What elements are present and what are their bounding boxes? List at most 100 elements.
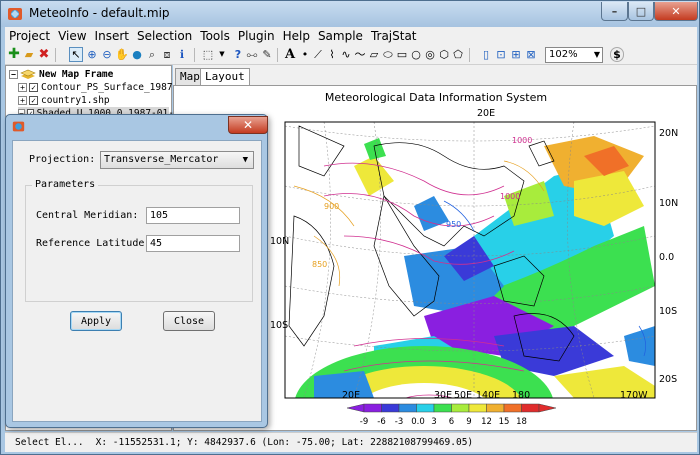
currency-icon[interactable]: $ xyxy=(610,47,624,62)
fit-width-icon[interactable]: ⊞ xyxy=(509,47,523,62)
contour-label: 900 xyxy=(324,202,340,211)
menu-plugin[interactable]: Plugin xyxy=(234,29,279,43)
menu-view[interactable]: View xyxy=(54,29,90,43)
menu-trajstat[interactable]: TrajStat xyxy=(367,29,421,43)
freehand-tool-icon[interactable]: 〜 xyxy=(353,47,367,62)
lon-label-bottom: 20E xyxy=(342,390,361,401)
colorbar xyxy=(346,403,557,413)
close-window-button[interactable]: ✕ xyxy=(654,2,698,21)
parameters-group-label: Parameters xyxy=(32,179,99,190)
expand-icon[interactable]: + xyxy=(18,96,27,105)
point-tool-icon[interactable]: • xyxy=(298,47,312,62)
tree-layer-row[interactable]: + ✓ country1.shp xyxy=(18,94,110,107)
globe-icon[interactable]: ● xyxy=(130,47,144,62)
dialog-body: Projection: Transverse_Mercator ▼ Parame… xyxy=(12,140,262,422)
projection-select[interactable]: Transverse_Mercator ▼ xyxy=(100,151,254,169)
projection-label: Projection: xyxy=(29,154,96,165)
map-frame-label: New Map Frame xyxy=(39,69,114,80)
lat-label-right: 10S xyxy=(659,306,678,317)
menu-bar: Project View Insert Selection Tools Plug… xyxy=(5,27,697,45)
maximize-button[interactable]: □ xyxy=(628,2,654,21)
status-coords: X: -11552531.1; Y: 4842937.6 (Lon: -75.0… xyxy=(95,437,474,448)
dialog-title-bar[interactable]: ✕ xyxy=(6,115,268,137)
toolbar-separator xyxy=(469,48,470,62)
tree-layer-row[interactable]: + ✓ Contour_PS_Surface_1987-01- xyxy=(18,81,195,94)
status-mode: Select El... xyxy=(15,437,84,448)
polygon-tool-icon[interactable]: ▱ xyxy=(367,47,381,62)
colorbar-label: -3 xyxy=(394,417,404,427)
layer-checkbox[interactable]: ✓ xyxy=(29,96,38,105)
toolbar-separator xyxy=(277,48,278,62)
select-box-icon[interactable]: ⬚ xyxy=(201,47,215,62)
edit-shape-icon[interactable]: ⬡ xyxy=(437,47,451,62)
info-icon[interactable]: ℹ xyxy=(175,47,189,62)
contour-label: 850 xyxy=(312,260,328,269)
page-icon[interactable]: ▯ xyxy=(479,47,493,62)
tree-frame-row[interactable]: − New Map Frame xyxy=(9,68,113,81)
tab-layout[interactable]: Layout xyxy=(200,68,250,86)
zoom-box-icon[interactable]: ⧈ xyxy=(160,47,174,62)
contour-label: 1000 xyxy=(512,136,533,145)
dialog-close-button[interactable]: ✕ xyxy=(228,116,268,134)
colorbar-label: 15 xyxy=(498,417,510,427)
layer-name: country1.shp xyxy=(41,95,110,106)
title-bar[interactable]: MeteoInfo - default.mip – □ ✕ xyxy=(1,1,699,27)
menu-project[interactable]: Project xyxy=(5,29,54,43)
zoom-out-icon[interactable]: ⊖ xyxy=(100,47,114,62)
chevron-down-icon: ▼ xyxy=(242,155,248,165)
reference-latitude-input[interactable]: 45 xyxy=(146,235,240,252)
reference-latitude-label: Reference Latitude: xyxy=(36,238,151,249)
central-meridian-label: Central Meridian: xyxy=(36,210,139,221)
edit-icon[interactable]: ✎ xyxy=(260,47,274,62)
circle-tool-icon[interactable]: ○ xyxy=(409,47,423,62)
colorbar-label: 12 xyxy=(481,417,492,427)
zoom-in-icon[interactable]: ⊕ xyxy=(85,47,99,62)
curve-tool-icon[interactable]: ∿ xyxy=(339,47,353,62)
colorbar-label: -6 xyxy=(377,417,386,427)
ellipse-tool-icon[interactable]: ◎ xyxy=(423,47,437,62)
lon-label-top: 20E xyxy=(477,108,496,119)
select-pointer-icon[interactable]: ↖ xyxy=(69,47,83,62)
lon-label-bottom: 30E xyxy=(434,390,453,401)
minimize-button[interactable]: – xyxy=(601,2,628,21)
remove-layer-icon[interactable]: ✖ xyxy=(37,47,51,62)
layers-icon xyxy=(20,69,36,79)
colorbar-label: 6 xyxy=(448,417,455,427)
toolbar-separator xyxy=(194,48,195,62)
rectangle-tool-icon[interactable]: ▭ xyxy=(395,47,409,62)
menu-help[interactable]: Help xyxy=(279,29,314,43)
apply-button[interactable]: Apply xyxy=(70,311,122,331)
chevron-down-icon: ▼ xyxy=(593,50,600,59)
fit-page-icon[interactable]: ⊡ xyxy=(494,47,508,62)
zoom-value: 102% xyxy=(549,49,578,60)
menu-insert[interactable]: Insert xyxy=(91,29,133,43)
vertex-edit-icon[interactable]: ⬠ xyxy=(451,47,465,62)
line-tool-icon[interactable]: ⟋ xyxy=(311,47,325,62)
expand-icon[interactable]: + xyxy=(18,83,27,92)
menu-tools[interactable]: Tools xyxy=(196,29,234,43)
text-tool-icon[interactable]: A xyxy=(283,47,297,62)
polyline-tool-icon[interactable]: ⌇ xyxy=(325,47,339,62)
pan-hand-icon[interactable]: ✋ xyxy=(115,47,129,62)
app-icon xyxy=(8,8,22,20)
layer-checkbox[interactable]: ✓ xyxy=(29,83,38,92)
dropdown-arrow-icon[interactable]: ▼ xyxy=(215,47,229,62)
colorbar-label: 3 xyxy=(431,417,437,427)
help-icon[interactable]: ? xyxy=(231,47,245,62)
open-folder-icon[interactable]: ▰ xyxy=(22,47,36,62)
lat-label-right: 20S xyxy=(659,374,678,385)
collapse-icon[interactable]: − xyxy=(9,70,18,79)
close-button[interactable]: Close xyxy=(163,311,215,331)
menu-sample[interactable]: Sample xyxy=(314,29,367,43)
curve-polygon-icon[interactable]: ⬭ xyxy=(381,47,395,62)
contour-label: 950 xyxy=(446,220,462,229)
add-layer-icon[interactable]: ✚ xyxy=(7,47,21,62)
zoom-page-icon[interactable]: ⊠ xyxy=(524,47,538,62)
magnifier-icon[interactable]: ⌕ xyxy=(145,47,159,62)
projection-dialog: ✕ Projection: Transverse_Mercator ▼ Para… xyxy=(5,114,268,428)
central-meridian-input[interactable]: 105 xyxy=(146,207,240,224)
measure-icon[interactable]: ⧟ xyxy=(245,47,259,62)
menu-selection[interactable]: Selection xyxy=(133,29,196,43)
projection-value: Transverse_Mercator xyxy=(104,154,219,165)
zoom-select[interactable]: 102% ▼ xyxy=(545,47,603,63)
